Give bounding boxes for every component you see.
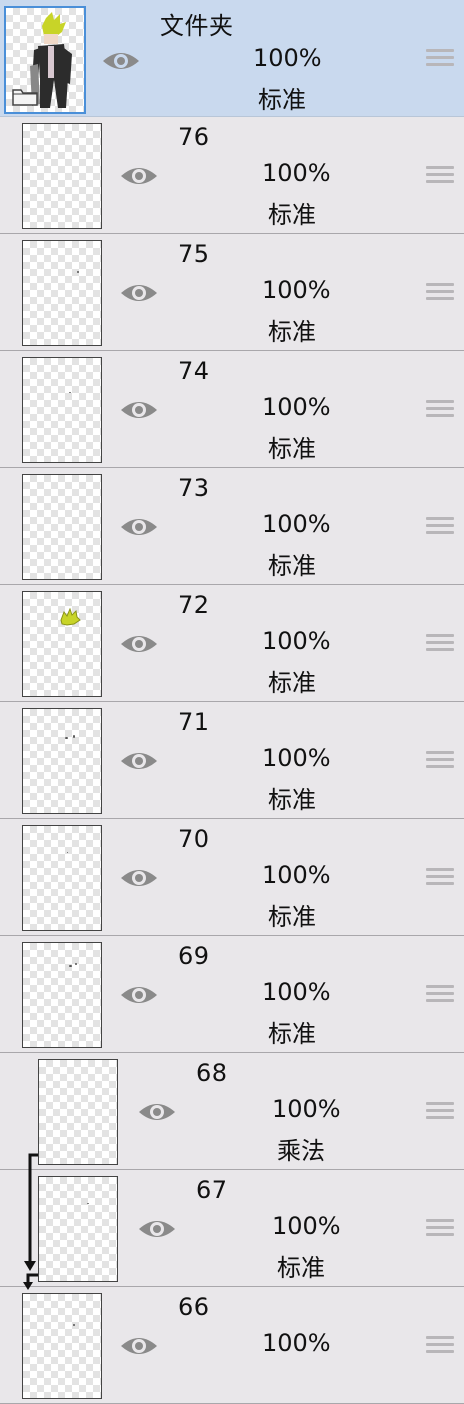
layer-thumbnail[interactable] bbox=[22, 123, 102, 229]
layer-panel: 文件夹 100% 标准 76 100% 标准 75 100% 标准 74 100… bbox=[0, 0, 464, 1404]
layer-opacity: 100% bbox=[262, 744, 331, 772]
hair-sketch-image bbox=[60, 608, 81, 626]
eye-icon[interactable] bbox=[137, 1098, 177, 1126]
layer-blend-mode: 标准 bbox=[268, 552, 316, 580]
eye-icon[interactable] bbox=[119, 630, 159, 658]
layer-opacity: 100% bbox=[262, 276, 331, 304]
eye-icon[interactable] bbox=[137, 1215, 177, 1243]
stroke-mark bbox=[73, 1324, 75, 1326]
layer-blend-mode: 标准 bbox=[268, 669, 316, 697]
stroke-mark bbox=[77, 271, 79, 273]
folder-icon bbox=[12, 89, 38, 106]
layer-opacity: 100% bbox=[272, 1095, 341, 1123]
stroke-mark bbox=[69, 392, 71, 393]
stroke-mark bbox=[87, 1203, 89, 1204]
layer-row[interactable]: 66 100% bbox=[0, 1287, 464, 1404]
layer-opacity: 100% bbox=[253, 44, 322, 72]
eye-icon[interactable] bbox=[119, 513, 159, 541]
layer-thumbnail[interactable] bbox=[22, 240, 102, 346]
eye-icon[interactable] bbox=[119, 162, 159, 190]
folder-thumbnail[interactable] bbox=[4, 6, 86, 114]
layer-name: 76 bbox=[178, 123, 210, 151]
eye-icon[interactable] bbox=[119, 1332, 159, 1360]
layer-thumbnail[interactable] bbox=[22, 1293, 102, 1399]
layer-name: 68 bbox=[196, 1059, 228, 1087]
layer-row-folder[interactable]: 文件夹 100% 标准 bbox=[0, 0, 464, 117]
eye-icon[interactable] bbox=[119, 864, 159, 892]
layer-opacity: 100% bbox=[262, 393, 331, 421]
layer-thumbnail[interactable] bbox=[22, 591, 102, 697]
layer-blend-mode: 标准 bbox=[268, 903, 316, 931]
eye-icon[interactable] bbox=[101, 47, 141, 75]
drag-handle-icon[interactable] bbox=[426, 868, 454, 886]
drag-handle-icon[interactable] bbox=[426, 634, 454, 652]
layer-blend-mode: 标准 bbox=[268, 201, 316, 229]
layer-row[interactable]: 73 100% 标准 bbox=[0, 468, 464, 585]
layer-opacity: 100% bbox=[262, 510, 331, 538]
layer-name: 69 bbox=[178, 942, 210, 970]
clipping-arrow-icon bbox=[23, 1153, 38, 1290]
drag-handle-icon[interactable] bbox=[426, 283, 454, 301]
layer-name: 73 bbox=[178, 474, 210, 502]
layer-row[interactable]: 70 100% 标准 bbox=[0, 819, 464, 936]
layer-row-clipped[interactable]: 68 100% 乘法 bbox=[0, 1053, 464, 1170]
drag-handle-icon[interactable] bbox=[426, 517, 454, 535]
layer-blend-mode: 标准 bbox=[268, 435, 316, 463]
stroke-mark bbox=[67, 852, 68, 853]
layer-row[interactable]: 71 100% 标准 bbox=[0, 702, 464, 819]
layer-name: 70 bbox=[178, 825, 210, 853]
layer-name: 66 bbox=[178, 1293, 210, 1321]
layer-row[interactable]: 72 100% 标准 bbox=[0, 585, 464, 702]
stroke-mark bbox=[69, 965, 72, 967]
layer-name: 72 bbox=[178, 591, 210, 619]
layer-row-clipped[interactable]: 67 100% 标准 bbox=[0, 1170, 464, 1287]
layer-opacity: 100% bbox=[262, 159, 331, 187]
stroke-mark bbox=[65, 737, 68, 739]
layer-thumbnail[interactable] bbox=[22, 942, 102, 1048]
layer-name: 74 bbox=[178, 357, 210, 385]
layer-row[interactable]: 69 100% 标准 bbox=[0, 936, 464, 1053]
layer-opacity: 100% bbox=[262, 1329, 331, 1357]
layer-blend-mode: 标准 bbox=[268, 318, 316, 346]
layer-blend-mode: 乘法 bbox=[277, 1137, 325, 1165]
eye-icon[interactable] bbox=[119, 981, 159, 1009]
drag-handle-icon[interactable] bbox=[426, 166, 454, 184]
layer-name: 71 bbox=[178, 708, 210, 736]
layer-row[interactable]: 75 100% 标准 bbox=[0, 234, 464, 351]
stroke-mark bbox=[75, 963, 77, 965]
drag-handle-icon[interactable] bbox=[426, 751, 454, 769]
layer-blend-mode: 标准 bbox=[258, 86, 306, 114]
layer-row[interactable]: 76 100% 标准 bbox=[0, 117, 464, 234]
stroke-mark bbox=[73, 735, 75, 738]
layer-opacity: 100% bbox=[272, 1212, 341, 1240]
eye-icon[interactable] bbox=[119, 279, 159, 307]
layer-thumbnail[interactable] bbox=[22, 825, 102, 931]
layer-thumbnail[interactable] bbox=[22, 708, 102, 814]
layer-opacity: 100% bbox=[262, 861, 331, 889]
drag-handle-icon[interactable] bbox=[426, 1219, 454, 1237]
layer-name: 文件夹 bbox=[160, 12, 234, 40]
drag-handle-icon[interactable] bbox=[426, 1102, 454, 1120]
drag-handle-icon[interactable] bbox=[426, 985, 454, 1003]
layer-blend-mode: 标准 bbox=[268, 1020, 316, 1048]
layer-opacity: 100% bbox=[262, 627, 331, 655]
layer-row[interactable]: 74 100% 标准 bbox=[0, 351, 464, 468]
layer-thumbnail[interactable] bbox=[38, 1059, 118, 1165]
drag-handle-icon[interactable] bbox=[426, 49, 454, 67]
layer-thumbnail[interactable] bbox=[38, 1176, 118, 1282]
layer-opacity: 100% bbox=[262, 978, 331, 1006]
eye-icon[interactable] bbox=[119, 396, 159, 424]
eye-icon[interactable] bbox=[119, 747, 159, 775]
layer-name: 75 bbox=[178, 240, 210, 268]
layer-name: 67 bbox=[196, 1176, 228, 1204]
drag-handle-icon[interactable] bbox=[426, 1336, 454, 1354]
layer-thumbnail[interactable] bbox=[22, 357, 102, 463]
layer-blend-mode: 标准 bbox=[277, 1254, 325, 1282]
drag-handle-icon[interactable] bbox=[426, 400, 454, 418]
layer-thumbnail[interactable] bbox=[22, 474, 102, 580]
layer-blend-mode: 标准 bbox=[268, 786, 316, 814]
